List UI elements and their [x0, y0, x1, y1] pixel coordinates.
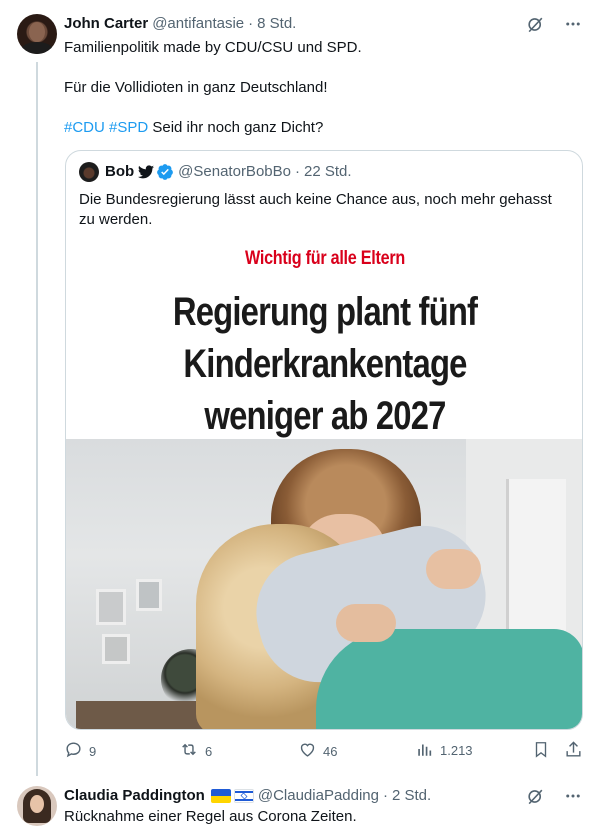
- like-count: 46: [323, 743, 338, 759]
- israel-flag-icon: [233, 789, 254, 803]
- tweet-top-actions: [525, 786, 583, 806]
- quoted-timestamp: 22 Std.: [303, 163, 352, 180]
- tweet-top-actions: [525, 14, 583, 34]
- display-name[interactable]: John Carter: [64, 14, 148, 34]
- ukraine-flag-icon: [210, 789, 231, 803]
- quoted-display-name: Bob: [105, 163, 135, 180]
- repost-count: 6: [205, 743, 213, 759]
- views-button[interactable]: 1.213: [416, 740, 473, 761]
- quoted-user-handle: @SenatorBobBo: [178, 163, 291, 180]
- repost-button[interactable]: 6: [179, 740, 212, 762]
- quoted-tweet-text: Die Bundesregierung lässt auch keine Cha…: [79, 191, 552, 228]
- tweet-text-hashtags: #CDU #SPD Seid ihr noch ganz Dicht?: [64, 118, 579, 138]
- repost-icon: [179, 740, 205, 762]
- article-image-headline: Wichtig für alle Eltern Regierung plant …: [66, 236, 582, 439]
- views-count: 1.213: [440, 743, 473, 758]
- views-icon: [416, 740, 440, 761]
- share-icon: [564, 740, 589, 762]
- article-photo[interactable]: [66, 439, 582, 729]
- grok-icon[interactable]: [525, 14, 545, 34]
- share-button[interactable]: [564, 740, 589, 762]
- more-icon[interactable]: [563, 786, 583, 806]
- quoted-avatar: [79, 162, 99, 182]
- display-name[interactable]: Claudia Paddington: [64, 786, 205, 806]
- like-button[interactable]: 46: [298, 740, 337, 762]
- bookmark-button[interactable]: [532, 740, 556, 762]
- tweet-header: Claudia Paddington @ClaudiaPadding · 2 S…: [64, 786, 431, 806]
- tweet-action-bar: 9 6 46 1.213: [64, 740, 584, 764]
- tweet-text-line: Für die Vollidioten in ganz Deutschland!: [64, 79, 328, 96]
- quoted-tweet-header: Bob @SenatorBobBo · 22 Std.: [79, 162, 352, 182]
- grok-icon[interactable]: [525, 786, 545, 806]
- reply-button[interactable]: 9: [64, 740, 96, 762]
- verified-badge-icon: [156, 163, 174, 181]
- timestamp[interactable]: 2 Std.: [392, 786, 431, 806]
- reply-count: 9: [89, 743, 97, 759]
- hashtag-link[interactable]: #SPD: [109, 119, 148, 136]
- separator-dot: ·: [248, 15, 254, 32]
- separator-dot: ·: [383, 787, 388, 804]
- timestamp[interactable]: 8 Std.: [257, 14, 296, 34]
- tweet-text: Rücknahme einer Regel aus Corona Zeiten.: [64, 808, 357, 825]
- tweet-text-suffix: Seid ihr noch ganz Dicht?: [148, 119, 324, 136]
- avatar[interactable]: [17, 786, 57, 826]
- tweet-text-line: Familienpolitik made by CDU/CSU und SPD.: [64, 39, 362, 56]
- reply-icon: [64, 740, 89, 762]
- article-kicker: Wichtig für alle Eltern: [244, 248, 405, 269]
- separator-dot: ·: [294, 163, 300, 180]
- user-handle[interactable]: @antifantasie: [152, 14, 244, 34]
- hashtag-link[interactable]: #CDU: [64, 119, 105, 136]
- bird-emoji-icon: [138, 165, 155, 179]
- article-headline: Regierung plant fünf Kinderkrankentage w…: [172, 290, 478, 438]
- user-handle[interactable]: @ClaudiaPadding: [258, 786, 379, 806]
- like-icon: [298, 740, 323, 762]
- more-icon[interactable]: [563, 14, 583, 34]
- tweet-header: John Carter @antifantasie · 8 Std.: [64, 14, 296, 34]
- quoted-tweet-card[interactable]: Bob @SenatorBobBo · 22 Std. Die Bundesre…: [65, 150, 583, 730]
- bookmark-icon: [532, 740, 556, 762]
- avatar[interactable]: [17, 14, 57, 54]
- tweet[interactable]: John Carter @antifantasie · 8 Std. Famil…: [0, 0, 597, 780]
